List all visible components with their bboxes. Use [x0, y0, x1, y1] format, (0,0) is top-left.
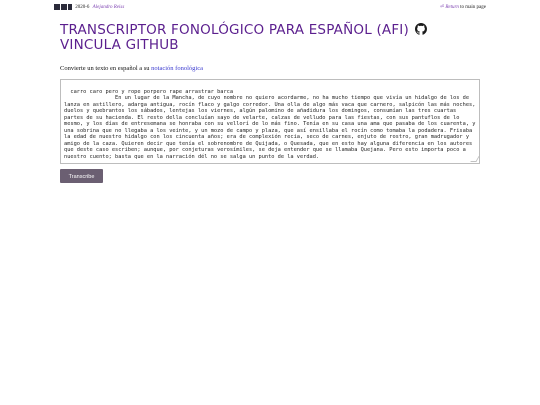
logo-block	[61, 3, 67, 10]
return-link-tail: to main page	[460, 5, 486, 10]
return-link-group[interactable]: ⏎ Return to main page	[440, 3, 486, 12]
intro-text: Convierte un texto en español a su notac…	[60, 65, 203, 72]
top-bar: 2020-6 Alejandro Reiss ⏎ Return to main …	[54, 3, 486, 12]
text-input[interactable]: carro caro pero y rope porpero rape arra…	[60, 79, 480, 164]
return-link[interactable]: Return	[445, 5, 459, 10]
logo-block	[68, 3, 72, 10]
copyright-year: 2020-6	[75, 5, 90, 10]
github-icon[interactable]	[415, 23, 428, 35]
phonology-link[interactable]: notación fonológica	[151, 65, 203, 72]
text-input-value: carro caro pero y rope porpero rape arra…	[64, 88, 476, 160]
intro-text-body: Convierte un texto en español a su	[60, 65, 150, 72]
author-link[interactable]: Alejandro Reiss	[93, 5, 125, 10]
logo-block	[54, 3, 60, 10]
site-logo[interactable]	[54, 3, 72, 10]
github-link[interactable]: vincula github	[60, 37, 179, 53]
transcribe-button[interactable]: Transcribe	[60, 169, 103, 183]
page-title-text: Transcriptor fonológico para español (AF…	[60, 22, 409, 38]
page-title: Transcriptor fonológico para español (AF…	[60, 23, 490, 53]
resize-handle-icon[interactable]	[470, 156, 479, 162]
return-arrow-icon: ⏎	[439, 5, 445, 10]
